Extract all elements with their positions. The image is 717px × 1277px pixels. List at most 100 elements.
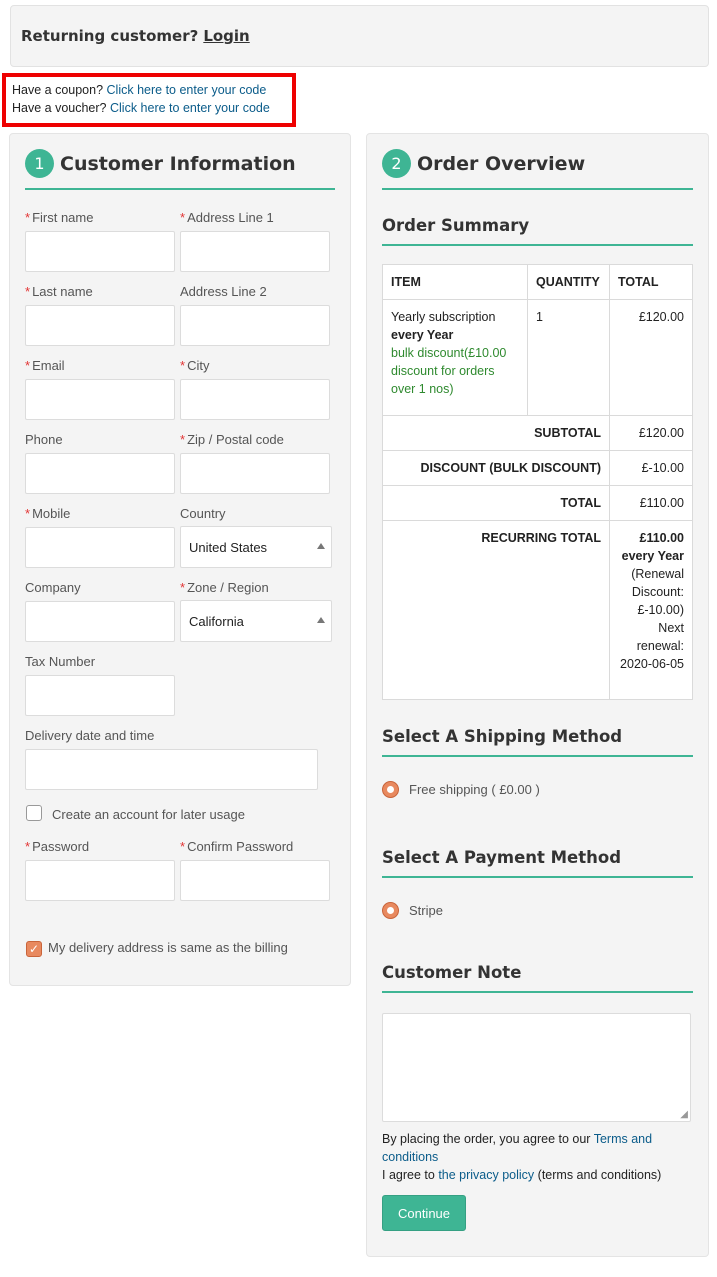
checkmark-icon: ✓ (28, 942, 40, 956)
payment-option[interactable]: Stripe (382, 902, 443, 919)
quantity-cell: 1 (527, 299, 610, 416)
city-input[interactable] (180, 379, 330, 420)
tax-number-input[interactable] (25, 675, 175, 716)
quantity-header: QUANTITY (527, 264, 610, 300)
radio-selected-icon[interactable] (382, 781, 399, 798)
same-address-label: My delivery address is same as the billi… (48, 940, 288, 955)
mobile-label: * Mobile (25, 506, 71, 521)
shipping-option[interactable]: Free shipping ( £0.00 ) (382, 781, 540, 798)
create-account-checkbox[interactable] (26, 805, 42, 821)
select-arrow-icon (317, 543, 325, 549)
zip-input[interactable] (180, 453, 330, 494)
create-account-label: Create an account for later usage (52, 807, 245, 822)
mobile-input[interactable] (25, 527, 175, 568)
recurring-note: (Renewal Discount: £-10.00) Next renewal… (620, 567, 684, 671)
item-name: Yearly subscription (391, 310, 496, 324)
confirm-password-input[interactable] (180, 860, 330, 901)
order-overview-title: Order Overview (417, 152, 586, 175)
last-name-label: * Last name (25, 284, 93, 299)
order-overview-panel: 2 Order Overview Order Summary ITEM QUAN… (366, 133, 709, 1257)
customer-note-title: Customer Note (382, 963, 693, 993)
subtotal-value: £120.00 (609, 415, 693, 451)
country-label: Country (180, 506, 226, 521)
item-total-cell: £120.00 (609, 299, 693, 416)
company-input[interactable] (25, 601, 175, 642)
continue-button[interactable]: Continue (382, 1195, 466, 1231)
password-label: * Password (25, 839, 90, 854)
customer-information-header: 1 Customer Information (25, 149, 335, 190)
shipping-method-title: Select A Shipping Method (382, 727, 693, 757)
address-line-2-label: Address Line 2 (180, 284, 267, 299)
subtotal-label: SUBTOTAL (382, 415, 610, 451)
order-summary-table: ITEM QUANTITY TOTAL Yearly subscription … (382, 264, 693, 700)
same-address-checkbox[interactable]: ✓ (26, 941, 42, 957)
address-line-1-input[interactable] (180, 231, 330, 272)
total-header: TOTAL (609, 264, 693, 300)
voucher-link[interactable]: Click here to enter your code (110, 101, 270, 115)
recurring-amount: £110.00 (639, 531, 685, 545)
table-row: Yearly subscription every Year bulk disc… (382, 299, 693, 416)
coupon-row: Have a coupon? Click here to enter your … (12, 81, 292, 99)
order-summary-title: Order Summary (382, 216, 693, 246)
discount-label: DISCOUNT (BULK DISCOUNT) (382, 450, 610, 486)
coupon-voucher-box: Have a coupon? Click here to enter your … (2, 73, 296, 127)
customer-information-panel: 1 Customer Information * First name * Addr… (9, 133, 351, 986)
payment-option-label: Stripe (409, 903, 443, 918)
total-value: £110.00 (609, 485, 693, 521)
delivery-date-label: Delivery date and time (25, 728, 155, 743)
password-input[interactable] (25, 860, 175, 901)
privacy-suffix: (terms and conditions) (537, 1168, 662, 1182)
login-link[interactable]: Login (203, 27, 249, 45)
city-label: * City (180, 358, 210, 373)
zone-value: California (189, 613, 244, 629)
returning-customer-text: Returning customer? (21, 27, 199, 45)
customer-information-title: Customer Information (60, 152, 296, 175)
step-two-badge: 2 (382, 149, 411, 178)
address-line-2-input[interactable] (180, 305, 330, 346)
item-cell: Yearly subscription every Year bulk disc… (382, 299, 528, 416)
agree-prefix: By placing the order, you agree to our (382, 1132, 591, 1146)
coupon-question: Have a coupon? (12, 83, 104, 97)
total-row: TOTAL £110.00 (382, 485, 693, 521)
order-overview-header: 2 Order Overview (382, 149, 693, 190)
recurring-period: every Year (621, 549, 684, 563)
voucher-question: Have a voucher? (12, 101, 107, 115)
item-header: ITEM (382, 264, 528, 300)
tax-number-label: Tax Number (25, 654, 96, 669)
total-label: TOTAL (382, 485, 610, 521)
privacy-prefix: I agree to (382, 1168, 435, 1182)
zone-select[interactable]: California (180, 600, 332, 642)
step-one-badge: 1 (25, 149, 54, 178)
discount-row: DISCOUNT (BULK DISCOUNT) £-10.00 (382, 450, 693, 486)
recurring-total-cell: £110.00 every Year (Renewal Discount: £-… (609, 520, 693, 700)
discount-value: £-10.00 (609, 450, 693, 486)
zip-label: * Zip / Postal code (180, 432, 284, 447)
first-name-input[interactable] (25, 231, 175, 272)
table-header-row: ITEM QUANTITY TOTAL (382, 264, 693, 300)
item-period: every Year (391, 328, 454, 342)
resize-grip-icon[interactable]: ◢ (680, 1110, 688, 1120)
voucher-row: Have a voucher? Click here to enter your… (12, 99, 292, 117)
zone-label: * Zone / Region (180, 580, 269, 595)
delivery-date-input[interactable] (25, 749, 318, 790)
confirm-password-label: * Confirm Password (180, 839, 294, 854)
address-line-1-label: * Address Line 1 (180, 210, 274, 225)
email-input[interactable] (25, 379, 175, 420)
payment-method-title: Select A Payment Method (382, 848, 693, 878)
recurring-total-row: RECURRING TOTAL £110.00 every Year (Rene… (382, 520, 693, 700)
agreement-text: By placing the order, you agree to our T… (382, 1130, 692, 1184)
subtotal-row: SUBTOTAL £120.00 (382, 415, 693, 451)
privacy-policy-link[interactable]: the privacy policy (438, 1168, 534, 1182)
recurring-total-label: RECURRING TOTAL (382, 520, 610, 700)
returning-customer-bar: Returning customer? Login (10, 5, 709, 67)
item-discount: bulk discount(£10.00 discount for orders… (391, 346, 507, 396)
company-label: Company (25, 580, 81, 595)
last-name-input[interactable] (25, 305, 175, 346)
first-name-label: * First name (25, 210, 94, 225)
phone-input[interactable] (25, 453, 175, 494)
radio-selected-icon[interactable] (382, 902, 399, 919)
email-label: * Email (25, 358, 65, 373)
country-select[interactable]: United States (180, 526, 332, 568)
coupon-link[interactable]: Click here to enter your code (107, 83, 267, 97)
customer-note-textarea[interactable]: ◢ (382, 1013, 691, 1122)
